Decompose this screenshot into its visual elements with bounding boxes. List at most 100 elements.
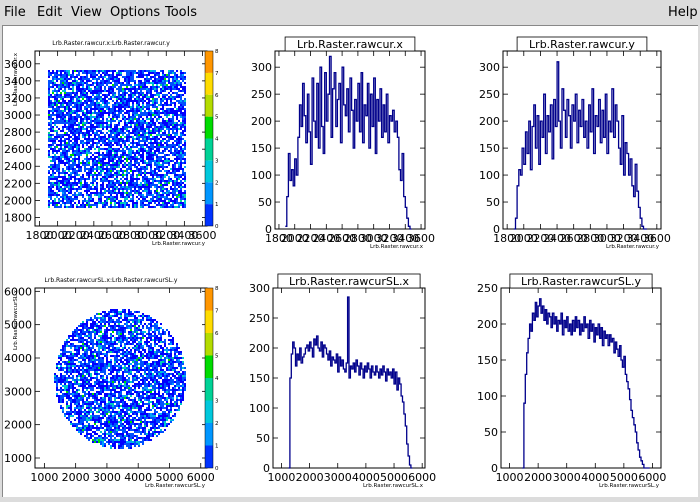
heatmap-cell bbox=[180, 90, 182, 92]
heatmap-cell bbox=[160, 116, 162, 118]
heatmap-cell bbox=[164, 138, 166, 140]
heatmap-cell bbox=[136, 150, 138, 152]
heatmap-cell bbox=[156, 106, 158, 108]
heatmap-cell bbox=[60, 80, 62, 82]
heatmap-cell bbox=[62, 78, 64, 80]
heatmap-cell bbox=[166, 110, 168, 112]
heatmap-cell bbox=[132, 146, 134, 148]
heatmap-cell bbox=[76, 136, 78, 138]
heatmap-cell bbox=[92, 359, 94, 361]
heatmap-cell bbox=[104, 102, 106, 104]
heatmap-cell bbox=[174, 164, 176, 166]
heatmap-cell bbox=[70, 166, 72, 168]
heatmap-cell bbox=[116, 132, 118, 134]
heatmap-cell bbox=[86, 413, 88, 415]
heatmap-cell bbox=[60, 369, 62, 371]
menu-edit[interactable]: Edit bbox=[37, 5, 62, 20]
heatmap-cell bbox=[80, 355, 82, 357]
heatmap-cell bbox=[118, 94, 120, 96]
heatmap-cell bbox=[66, 367, 68, 369]
heatmap-cell bbox=[48, 170, 50, 172]
heatmap-cell bbox=[108, 417, 110, 419]
z-scale-segment bbox=[205, 378, 213, 401]
heatmap-cell bbox=[86, 411, 88, 413]
heatmap-cell bbox=[100, 363, 102, 365]
heatmap-cell bbox=[118, 164, 120, 166]
heatmap-cell bbox=[98, 327, 100, 329]
heatmap-cell bbox=[110, 152, 112, 154]
heatmap-cell bbox=[76, 140, 78, 142]
heatmap-cell bbox=[96, 391, 98, 393]
heatmap-cell bbox=[56, 152, 58, 154]
heatmap-cell bbox=[146, 190, 148, 192]
heatmap-cell bbox=[164, 184, 166, 186]
z-tick-label-p1: 3 bbox=[215, 158, 219, 164]
heatmap-cell bbox=[178, 182, 180, 184]
heatmap-cell bbox=[178, 136, 180, 138]
heatmap-cell bbox=[66, 70, 68, 72]
heatmap-cell bbox=[82, 150, 84, 152]
heatmap-cell bbox=[138, 122, 140, 124]
heatmap-cell bbox=[104, 373, 106, 375]
heatmap-cell bbox=[182, 198, 184, 200]
heatmap-cell bbox=[60, 353, 62, 355]
heatmap-cell bbox=[170, 82, 172, 84]
heatmap-cell bbox=[70, 393, 72, 395]
heatmap-cell bbox=[126, 76, 128, 78]
heatmap-cell bbox=[76, 118, 78, 120]
heatmap-cell bbox=[106, 313, 108, 315]
heatmap-cell bbox=[70, 118, 72, 120]
menu-tools[interactable]: Tools bbox=[165, 5, 197, 20]
heatmap-cell bbox=[130, 84, 132, 86]
heatmap-cell bbox=[154, 102, 156, 104]
heatmap-cell bbox=[128, 152, 130, 154]
heatmap-cell bbox=[120, 128, 122, 130]
heatmap-cell bbox=[150, 164, 152, 166]
heatmap-cell bbox=[98, 84, 100, 86]
heatmap-cell bbox=[88, 70, 90, 72]
heatmap-cell bbox=[80, 120, 82, 122]
heatmap-cell bbox=[92, 138, 94, 140]
heatmap-cell bbox=[62, 84, 64, 86]
heatmap-cell bbox=[100, 443, 102, 445]
heatmap-cell bbox=[74, 138, 76, 140]
heatmap-cell bbox=[102, 136, 104, 138]
heatmap-cell bbox=[64, 196, 66, 198]
heatmap-cell bbox=[88, 375, 90, 377]
heatmap-cell bbox=[96, 325, 98, 327]
heatmap-cell bbox=[74, 387, 76, 389]
heatmap-cell bbox=[122, 170, 124, 172]
heatmap-cell bbox=[66, 345, 68, 347]
heatmap-cell bbox=[76, 345, 78, 347]
menu-file[interactable]: File bbox=[4, 5, 26, 20]
heatmap-cell bbox=[158, 162, 160, 164]
heatmap-cell bbox=[176, 198, 178, 200]
heatmap-cell bbox=[88, 433, 90, 435]
heatmap-cell bbox=[54, 140, 56, 142]
heatmap-cell bbox=[94, 359, 96, 361]
heatmap-cell bbox=[172, 114, 174, 116]
heatmap-cell bbox=[124, 178, 126, 180]
heatmap-cell bbox=[142, 160, 144, 162]
heatmap-cell bbox=[68, 361, 70, 363]
heatmap-cell bbox=[56, 122, 58, 124]
menu-options[interactable]: Options bbox=[110, 5, 160, 20]
heatmap-cell bbox=[58, 94, 60, 96]
plot-canvas[interactable]: Lrb.Raster.rawcur.x:Lrb.Raster.rawcur.y1… bbox=[2, 25, 698, 497]
heatmap-cell bbox=[70, 351, 72, 353]
heatmap-cell bbox=[66, 112, 68, 114]
heatmap-cell bbox=[112, 395, 114, 397]
menu-view[interactable]: View bbox=[71, 5, 102, 20]
heatmap-cell bbox=[84, 327, 86, 329]
heatmap-cell bbox=[110, 196, 112, 198]
heatmap-cell bbox=[82, 94, 84, 96]
heatmap-cell bbox=[92, 174, 94, 176]
heatmap-cell bbox=[114, 150, 116, 152]
heatmap-cell bbox=[90, 168, 92, 170]
heatmap-cell bbox=[184, 116, 186, 118]
heatmap-cell bbox=[48, 206, 50, 208]
menu-help[interactable]: Help bbox=[668, 5, 698, 20]
heatmap-cell bbox=[112, 132, 114, 134]
heatmap-cell bbox=[108, 319, 110, 321]
heatmap-cell bbox=[92, 112, 94, 114]
